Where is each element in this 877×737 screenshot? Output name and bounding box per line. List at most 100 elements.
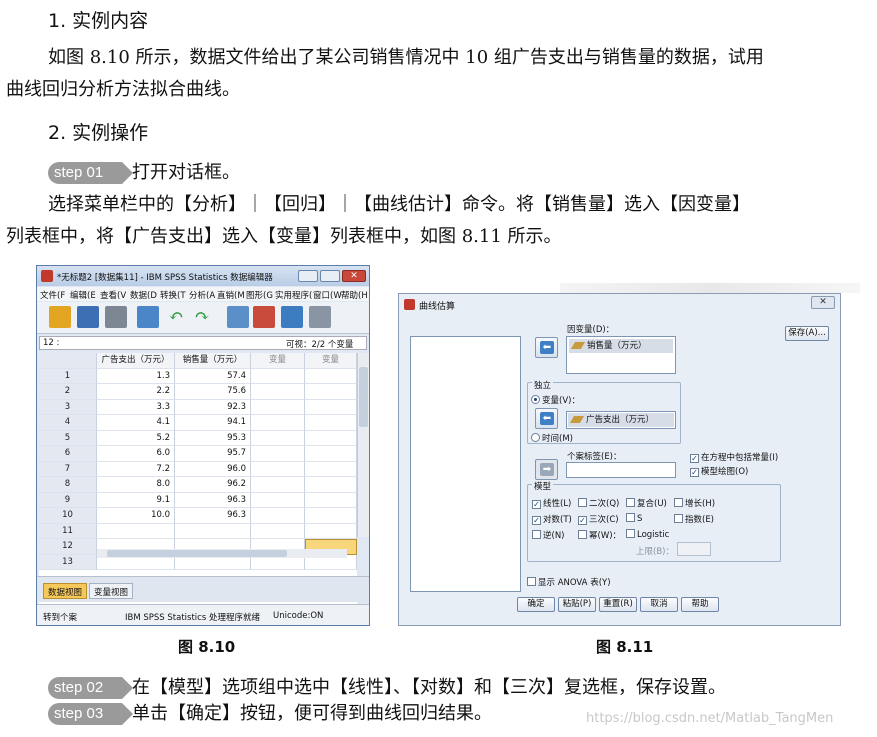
maximize-button[interactable] [320, 270, 340, 282]
model-inverse-checkbox[interactable]: 逆(N) [532, 529, 565, 541]
move-dependent-button[interactable]: ⬅ [535, 337, 558, 358]
data-cell[interactable]: 96.2 [175, 477, 251, 493]
menu-data[interactable]: 数据(D [130, 289, 157, 301]
row-header[interactable]: 11 [39, 523, 97, 539]
model-exponential-checkbox[interactable]: 指数(E) [674, 513, 714, 525]
menu-transform[interactable]: 转换(T [160, 289, 186, 301]
move-case-label-button[interactable]: ➡ [535, 459, 558, 480]
data-cell[interactable]: 2.2 [97, 384, 175, 400]
model-quadratic-checkbox[interactable]: 二次(Q) [578, 497, 619, 509]
data-cell[interactable]: 96.0 [175, 461, 251, 477]
column-header[interactable]: 变量 [305, 353, 357, 369]
save-icon[interactable] [77, 306, 99, 328]
data-cell[interactable]: 94.1 [175, 415, 251, 431]
data-cell[interactable] [251, 508, 305, 524]
data-cell[interactable] [305, 399, 357, 415]
tab-variable-view[interactable]: 变量视图 [89, 583, 134, 599]
data-cell[interactable] [305, 492, 357, 508]
data-cell[interactable]: 10.0 [97, 508, 175, 524]
variable-radio[interactable]: 变量(V)： [531, 394, 580, 406]
row-header[interactable]: 5 [39, 430, 97, 446]
data-cell[interactable] [305, 508, 357, 524]
data-cell[interactable]: 95.7 [175, 446, 251, 462]
source-variable-list[interactable] [410, 336, 521, 592]
data-cell[interactable] [305, 477, 357, 493]
data-cell[interactable] [251, 477, 305, 493]
data-cell[interactable] [251, 399, 305, 415]
data-cell[interactable] [305, 415, 357, 431]
data-cell[interactable]: 96.3 [175, 492, 251, 508]
row-header[interactable]: 4 [39, 415, 97, 431]
independent-variable-item[interactable]: 广告支出（万元） [568, 413, 674, 427]
data-cell[interactable] [305, 384, 357, 400]
minimize-button[interactable] [298, 270, 318, 282]
model-s-checkbox[interactable]: S [626, 513, 642, 524]
row-header[interactable]: 8 [39, 477, 97, 493]
data-cell[interactable] [251, 384, 305, 400]
menu-utilities[interactable]: 实用程序( [275, 289, 312, 301]
data-cell[interactable] [251, 492, 305, 508]
model-compound-checkbox[interactable]: 复合(U) [626, 497, 667, 509]
data-cell[interactable] [175, 523, 251, 539]
paste-button[interactable]: 粘贴(P) [558, 597, 596, 612]
row-header[interactable]: 1 [39, 368, 97, 384]
dialog-recall-icon[interactable] [137, 306, 159, 328]
data-cell[interactable]: 3.3 [97, 399, 175, 415]
data-cell[interactable]: 75.6 [175, 384, 251, 400]
ok-button[interactable]: 确定 [517, 597, 555, 612]
variables-icon[interactable] [281, 306, 303, 328]
menu-window[interactable]: 窗口(W [313, 289, 342, 301]
row-header[interactable]: 6 [39, 446, 97, 462]
data-cell[interactable]: 5.2 [97, 430, 175, 446]
close-icon[interactable]: ✕ [811, 296, 835, 309]
data-cell[interactable]: 95.3 [175, 430, 251, 446]
vertical-scrollbar[interactable] [357, 353, 369, 537]
menu-help[interactable]: 帮助(H [341, 289, 368, 301]
print-icon[interactable] [105, 306, 127, 328]
case-label-field[interactable] [566, 462, 676, 478]
data-cell[interactable]: 92.3 [175, 399, 251, 415]
row-header[interactable]: 7 [39, 461, 97, 477]
model-log-checkbox[interactable]: ✓ 对数(T) [532, 513, 572, 525]
data-cell[interactable] [305, 523, 357, 539]
column-header[interactable]: 销售量（万元） [175, 353, 251, 369]
scroll-thumb[interactable] [107, 550, 287, 557]
model-growth-checkbox[interactable]: 增长(H) [674, 497, 715, 509]
data-cell[interactable]: 6.0 [97, 446, 175, 462]
data-cell[interactable] [251, 415, 305, 431]
cancel-button[interactable]: 取消 [640, 597, 678, 612]
dependent-list[interactable]: 销售量（万元） [566, 336, 676, 374]
row-header[interactable]: 9 [39, 492, 97, 508]
data-cell[interactable]: 4.1 [97, 415, 175, 431]
menu-edit[interactable]: 编辑(E [70, 289, 96, 301]
scroll-thumb[interactable] [359, 367, 368, 427]
data-cell[interactable] [305, 461, 357, 477]
goto-case-icon[interactable] [227, 306, 249, 328]
data-cell[interactable] [305, 368, 357, 384]
save-button[interactable]: 保存(A)... [785, 326, 829, 341]
open-folder-icon[interactable] [49, 306, 71, 328]
plot-models-checkbox[interactable]: ✓ 模型绘图(O) [690, 465, 748, 477]
data-cell[interactable] [251, 446, 305, 462]
time-radio[interactable]: 时间(M) [531, 432, 573, 444]
data-cell[interactable]: 8.0 [97, 477, 175, 493]
independent-list[interactable]: 广告支出（万元） [566, 411, 676, 429]
data-cell[interactable] [305, 446, 357, 462]
model-power-checkbox[interactable]: 幂(W)： [578, 529, 621, 541]
anova-checkbox[interactable]: 显示 ANOVA 表(Y) [527, 576, 611, 588]
move-independent-button[interactable]: ⬅ [535, 408, 558, 429]
model-linear-checkbox[interactable]: ✓ 线性(L) [532, 497, 571, 509]
data-cell[interactable]: 7.2 [97, 461, 175, 477]
data-cell[interactable]: 9.1 [97, 492, 175, 508]
data-cell[interactable] [251, 461, 305, 477]
reset-button[interactable]: 重置(R) [599, 597, 637, 612]
row-header[interactable]: 3 [39, 399, 97, 415]
row-header[interactable]: 12 [39, 539, 97, 555]
dependent-variable-item[interactable]: 销售量（万元） [569, 339, 673, 353]
tab-data-view[interactable]: 数据视图 [43, 583, 88, 599]
model-logistic-checkbox[interactable]: Logistic [626, 529, 669, 540]
data-cell[interactable] [251, 523, 305, 539]
menu-direct-marketing[interactable]: 直销(M [217, 289, 245, 301]
find-icon[interactable] [309, 306, 331, 328]
row-header[interactable]: 2 [39, 384, 97, 400]
